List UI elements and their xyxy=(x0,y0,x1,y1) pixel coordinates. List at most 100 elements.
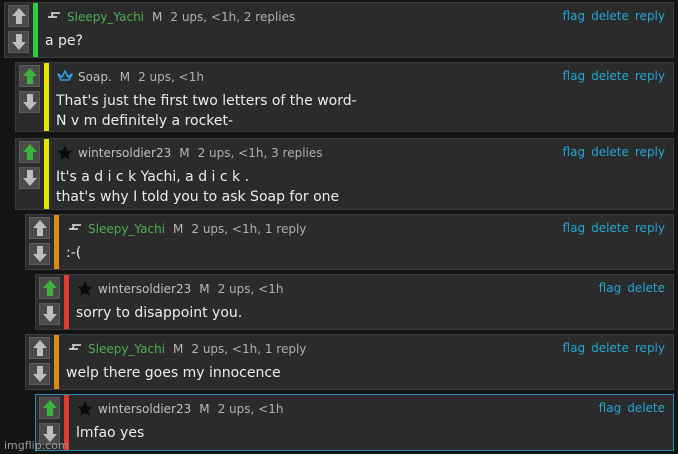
reply-link[interactable]: reply xyxy=(635,221,665,235)
upvote-button[interactable] xyxy=(29,217,50,239)
reply-link[interactable]: reply xyxy=(635,145,665,159)
upvote-button[interactable] xyxy=(19,141,40,163)
crown-icon xyxy=(56,69,74,85)
upvote-button[interactable] xyxy=(39,277,60,299)
comment-meta: 2 ups, <1h xyxy=(138,70,204,84)
downvote-button[interactable] xyxy=(29,363,50,385)
gender-tag: M xyxy=(179,146,190,160)
comment-actions: flag delete reply xyxy=(563,145,665,159)
comment-actions: flag delete reply xyxy=(563,341,665,355)
gender-tag: M xyxy=(173,222,184,236)
comment-actions: flag delete reply xyxy=(563,69,665,83)
reply-link[interactable]: reply xyxy=(635,341,665,355)
delete-link[interactable]: delete xyxy=(591,145,629,159)
delete-link[interactable]: delete xyxy=(627,281,665,295)
upvote-button[interactable] xyxy=(29,337,50,359)
comment-body: That's just the first two letters of the… xyxy=(56,91,663,131)
username-link[interactable]: Sleepy_Yachi xyxy=(88,222,165,236)
reply-link[interactable]: reply xyxy=(635,69,665,83)
thread-depth-bar xyxy=(33,3,38,57)
delete-link[interactable]: delete xyxy=(591,221,629,235)
delete-link[interactable]: delete xyxy=(627,401,665,415)
comment: wintersoldier23 M 2 ups, <1h flag delete… xyxy=(35,394,674,451)
delete-link[interactable]: delete xyxy=(591,9,629,23)
comment-header: wintersoldier23 M 2 ups, <1h xyxy=(76,281,673,297)
watermark: imgflip.com xyxy=(4,439,69,452)
flag-link[interactable]: flag xyxy=(563,341,586,355)
dash-badge-icon xyxy=(66,221,84,237)
comment-text-line: welp there goes my innocence xyxy=(66,365,281,381)
gender-tag: M xyxy=(199,402,210,416)
downvote-button[interactable] xyxy=(19,167,40,189)
arrow-up-icon xyxy=(11,8,26,24)
comment-body: lmfao yes xyxy=(76,423,663,443)
delete-link[interactable]: delete xyxy=(591,341,629,355)
vote-controls xyxy=(26,215,52,269)
delete-link[interactable]: delete xyxy=(591,69,629,83)
flag-link[interactable]: flag xyxy=(563,69,586,83)
comment-meta: 2 ups, <1h, 1 reply xyxy=(191,342,307,356)
username-link[interactable]: wintersoldier23 xyxy=(78,146,171,160)
arrow-down-icon xyxy=(32,366,47,382)
downvote-button[interactable] xyxy=(19,91,40,113)
username-link[interactable]: wintersoldier23 xyxy=(98,282,191,296)
username-link[interactable]: Sleepy_Yachi xyxy=(88,342,165,356)
dash-badge-icon xyxy=(66,341,84,357)
star-icon xyxy=(76,401,94,417)
comment-text-line: sorry to disappoint you. xyxy=(76,305,243,321)
vote-controls xyxy=(36,275,62,329)
arrow-down-icon xyxy=(32,246,47,262)
comment: wintersoldier23 M 2 ups, <1h, 3 replies … xyxy=(15,138,674,210)
comment-body: a pe? xyxy=(45,31,663,51)
comment-actions: flag delete xyxy=(599,281,665,295)
arrow-up-icon xyxy=(32,220,47,236)
comment-text-line: N v m definitely a rocket- xyxy=(56,113,234,129)
username-link[interactable]: Sleepy_Yachi xyxy=(67,10,144,24)
gender-tag: M xyxy=(199,282,210,296)
upvote-button[interactable] xyxy=(19,65,40,87)
arrow-up-icon xyxy=(32,340,47,356)
upvote-button[interactable] xyxy=(8,5,29,27)
arrow-down-icon xyxy=(11,34,26,50)
flag-link[interactable]: flag xyxy=(599,281,622,295)
comment-meta: 2 ups, <1h, 2 replies xyxy=(170,10,296,24)
comment-meta: 2 ups, <1h, 3 replies xyxy=(197,146,323,160)
flag-link[interactable]: flag xyxy=(563,9,586,23)
username-link[interactable]: wintersoldier23 xyxy=(98,402,191,416)
comment: Soap. M 2 ups, <1h flag delete reply Tha… xyxy=(15,62,674,132)
comment-body: It's a d i c k Yachi, a d i c k . that's… xyxy=(56,167,663,207)
thread-depth-bar xyxy=(44,139,49,209)
comment-actions: flag delete xyxy=(599,401,665,415)
arrow-down-icon xyxy=(22,170,37,186)
comment: Sleepy_Yachi M 2 ups, <1h, 1 reply flag … xyxy=(25,334,674,390)
gender-tag: M xyxy=(119,70,131,84)
comment-text-line: :-( xyxy=(66,245,82,261)
comment-body: sorry to disappoint you. xyxy=(76,303,663,323)
flag-link[interactable]: flag xyxy=(563,221,586,235)
arrow-up-icon xyxy=(22,68,37,84)
arrow-up-icon xyxy=(22,144,37,160)
gender-tag: M xyxy=(152,10,163,24)
comment-body: :-( xyxy=(66,243,663,263)
arrow-up-icon xyxy=(42,400,57,416)
arrow-up-icon xyxy=(42,280,57,296)
downvote-button[interactable] xyxy=(29,243,50,265)
reply-link[interactable]: reply xyxy=(635,9,665,23)
vote-controls xyxy=(16,139,42,209)
comment-text-line: that's why I told you to ask Soap for on… xyxy=(56,189,340,205)
downvote-button[interactable] xyxy=(39,303,60,325)
upvote-button[interactable] xyxy=(39,397,60,419)
username-link[interactable]: Soap. xyxy=(78,70,112,84)
flag-link[interactable]: flag xyxy=(599,401,622,415)
thread-depth-bar xyxy=(54,335,59,389)
star-icon xyxy=(56,145,74,161)
thread-depth-bar xyxy=(54,215,59,269)
vote-controls xyxy=(26,335,52,389)
downvote-button[interactable] xyxy=(8,31,29,53)
flag-link[interactable]: flag xyxy=(563,145,586,159)
dash-badge-icon xyxy=(45,9,63,25)
comment-text-line: a pe? xyxy=(45,33,83,49)
comment-actions: flag delete reply xyxy=(563,9,665,23)
comment-text-line: It's a d i c k Yachi, a d i c k . xyxy=(56,169,250,185)
comment: Sleepy_Yachi M 2 ups, <1h, 1 reply flag … xyxy=(25,214,674,270)
